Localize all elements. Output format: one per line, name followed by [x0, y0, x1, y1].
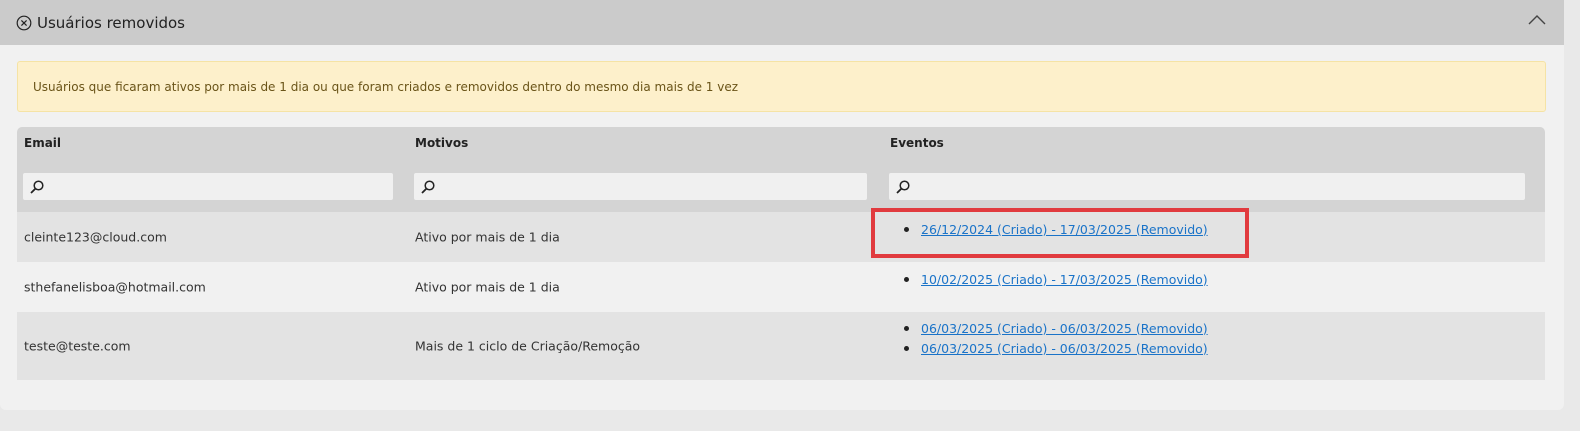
events-list: 06/03/2025 (Criado) - 06/03/2025 (Removi…	[890, 318, 1208, 358]
bullet-icon	[904, 325, 909, 331]
event-link[interactable]: 10/02/2025 (Criado) - 17/03/2025 (Removi…	[921, 272, 1208, 287]
removed-users-table: Email Motivos Eventos cleinte123@cloud.c…	[17, 127, 1545, 380]
event-item: 10/02/2025 (Criado) - 17/03/2025 (Removi…	[890, 269, 1208, 289]
bullet-icon	[904, 345, 909, 351]
panel-title: Usuários removidos	[37, 13, 186, 32]
event-item: 06/03/2025 (Criado) - 06/03/2025 (Removi…	[890, 338, 1208, 358]
events-list: 26/12/2024 (Criado) - 17/03/2025 (Removi…	[890, 219, 1208, 239]
bullet-icon	[904, 276, 909, 282]
motivo-cell: Mais de 1 ciclo de Criação/Remoção	[415, 338, 641, 354]
search-icon	[896, 180, 910, 194]
email-cell: sthefanelisboa@hotmail.com	[24, 279, 206, 295]
email-cell: teste@teste.com	[24, 338, 131, 354]
panel-header[interactable]: Usuários removidos	[0, 0, 1564, 45]
event-link[interactable]: 26/12/2024 (Criado) - 17/03/2025 (Removi…	[921, 222, 1208, 237]
motivo-cell: Ativo por mais de 1 dia	[415, 229, 560, 245]
table-row: cleinte123@cloud.com Ativo por mais de 1…	[17, 212, 1545, 262]
motivos-filter-input[interactable]	[414, 173, 867, 200]
email-cell: cleinte123@cloud.com	[24, 229, 167, 245]
search-icon	[30, 180, 44, 194]
chevron-up-icon[interactable]	[1528, 13, 1546, 27]
eventos-filter-input[interactable]	[889, 173, 1525, 200]
column-header-eventos: Eventos	[890, 136, 944, 150]
search-icon	[421, 180, 435, 194]
motivo-cell: Ativo por mais de 1 dia	[415, 279, 560, 295]
event-link[interactable]: 06/03/2025 (Criado) - 06/03/2025 (Removi…	[921, 341, 1208, 356]
event-item: 06/03/2025 (Criado) - 06/03/2025 (Removi…	[890, 318, 1208, 338]
info-notice: Usuários que ficaram ativos por mais de …	[17, 61, 1546, 112]
circle-x-icon	[16, 15, 32, 30]
removed-users-panel: Usuários removidos Usuários que ficaram …	[0, 0, 1564, 410]
table-row: sthefanelisboa@hotmail.com Ativo por mai…	[17, 262, 1545, 312]
event-item: 26/12/2024 (Criado) - 17/03/2025 (Removi…	[890, 219, 1208, 239]
table-header: Email Motivos Eventos	[17, 127, 1545, 212]
events-list: 10/02/2025 (Criado) - 17/03/2025 (Removi…	[890, 269, 1208, 289]
table-row: teste@teste.com Mais de 1 ciclo de Criaç…	[17, 312, 1545, 380]
email-filter-input[interactable]	[23, 173, 393, 200]
event-link[interactable]: 06/03/2025 (Criado) - 06/03/2025 (Removi…	[921, 321, 1208, 336]
bullet-icon	[904, 226, 909, 232]
column-header-motivos: Motivos	[415, 136, 469, 150]
column-header-email: Email	[24, 136, 62, 150]
